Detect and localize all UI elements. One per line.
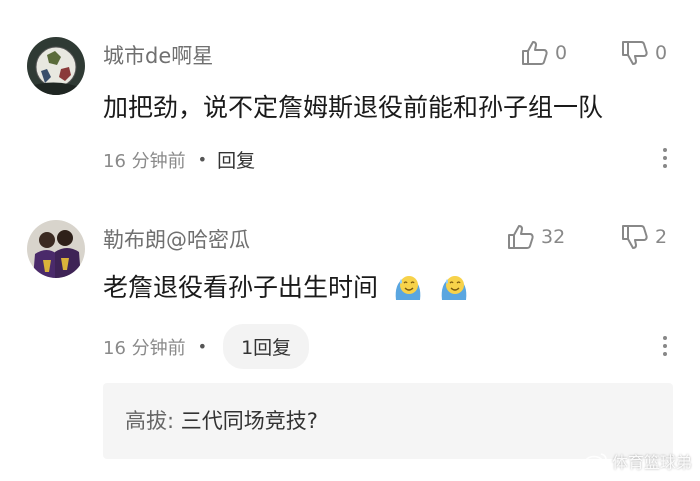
sweat-smile-emoji	[395, 276, 421, 300]
separator-dot: •	[197, 337, 208, 356]
comment-text-content: 老詹退役看孙子出生时间	[103, 273, 379, 302]
sweat-smile-emoji	[441, 276, 467, 300]
soccer-ball-avatar	[27, 37, 85, 95]
weibo-icon	[584, 453, 607, 471]
thumbs-up-icon	[522, 41, 548, 65]
sub-reply-content: 高拔: 三代同场竞技?	[125, 405, 318, 435]
like-count: 32	[541, 226, 566, 248]
thumbs-down-icon	[622, 225, 648, 249]
more-options-icon[interactable]	[662, 148, 668, 168]
sub-reply-text: 三代同场竞技?	[180, 409, 318, 433]
dislike-count: 2	[655, 226, 668, 248]
more-options-icon[interactable]	[662, 336, 668, 356]
comment-text: 加把劲，说不定詹姆斯退役前能和孙子组一队	[103, 93, 604, 122]
user-avatar[interactable]	[27, 37, 85, 95]
players-avatar	[27, 220, 85, 278]
sub-reply-username[interactable]: 高拔:	[125, 409, 174, 433]
timestamp: 16 分钟前	[103, 150, 186, 172]
separator-dot: •	[197, 150, 208, 169]
comment-text: 老詹退役看孙子出生时间	[103, 268, 470, 304]
username[interactable]: 勒布朗@哈密瓜	[103, 224, 250, 254]
dislike-button[interactable]: 0	[621, 40, 667, 66]
comment-meta: 16 分钟前 • 回复	[103, 146, 255, 173]
thumbs-up-icon	[508, 225, 534, 249]
watermark: 体育篮球弟	[584, 449, 692, 473]
dislike-count: 0	[655, 42, 668, 64]
sub-reply-box[interactable]: 高拔: 三代同场竞技?	[103, 383, 673, 459]
user-avatar[interactable]	[27, 220, 85, 278]
thumbs-down-icon	[622, 41, 648, 65]
comment-meta: 16 分钟前 • 1回复	[103, 324, 310, 369]
watermark-text: 体育篮球弟	[611, 453, 692, 472]
timestamp: 16 分钟前	[103, 337, 186, 359]
like-count: 0	[555, 42, 568, 64]
view-replies-button[interactable]: 1回复	[223, 324, 310, 369]
username[interactable]: 城市de啊星	[103, 40, 213, 70]
reply-button[interactable]: 回复	[217, 146, 255, 173]
like-button[interactable]: 32	[507, 224, 565, 250]
dislike-button[interactable]: 2	[621, 224, 667, 250]
like-button[interactable]: 0	[521, 40, 567, 66]
